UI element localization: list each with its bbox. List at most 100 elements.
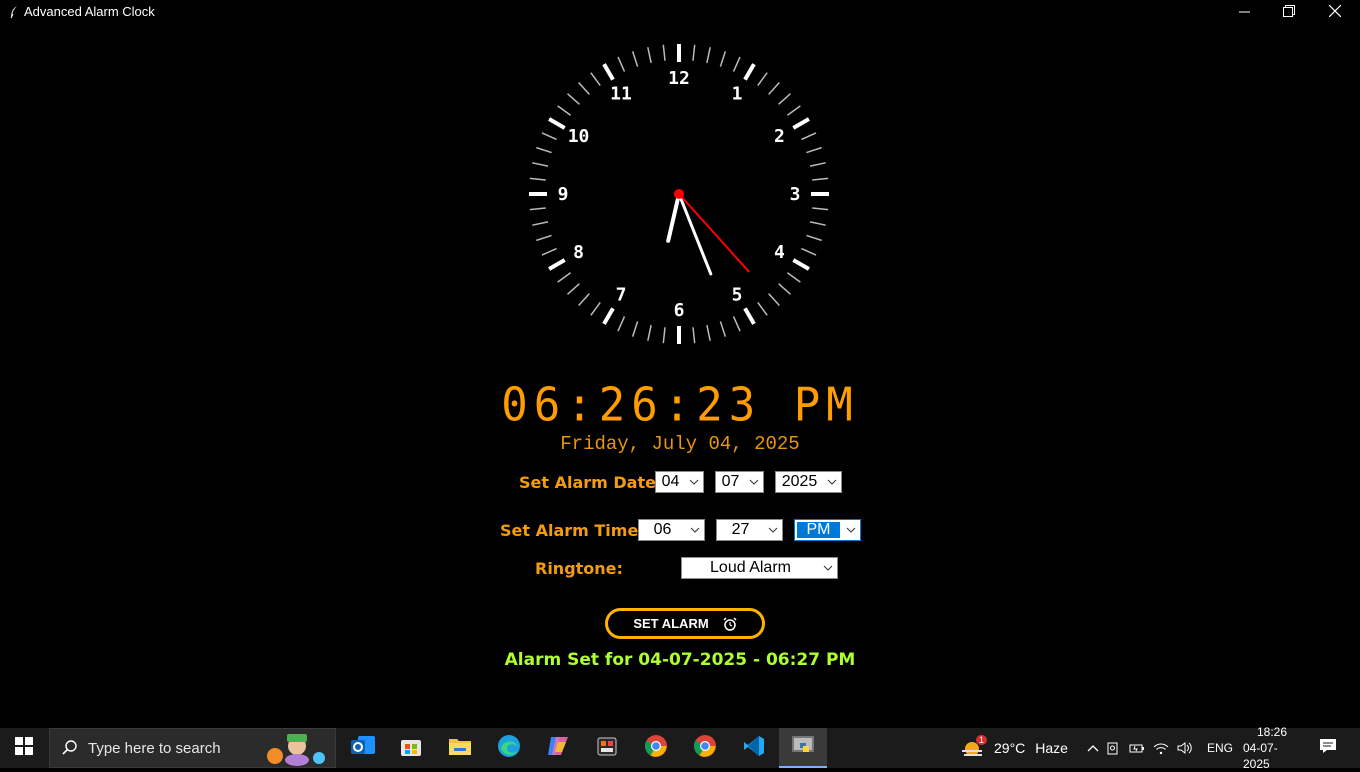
taskbar-search-box[interactable]: Type here to search bbox=[49, 728, 336, 768]
minor-tick bbox=[732, 316, 741, 332]
minor-tick bbox=[778, 93, 791, 105]
alarm-year-select[interactable]: 2025 bbox=[775, 471, 842, 493]
analog-clock: 121234567891011 bbox=[529, 44, 829, 344]
minor-tick bbox=[529, 207, 546, 211]
minor-tick bbox=[631, 51, 639, 67]
minor-tick bbox=[806, 234, 822, 242]
taskbar-python[interactable] bbox=[779, 728, 827, 768]
minor-tick bbox=[557, 105, 572, 116]
minor-tick bbox=[532, 162, 549, 167]
window-title: Advanced Alarm Clock bbox=[24, 4, 155, 19]
language-indicator[interactable]: ENG bbox=[1207, 728, 1233, 768]
minor-tick bbox=[541, 247, 557, 256]
clock-numeral: 1 bbox=[732, 84, 743, 105]
notifications-button[interactable] bbox=[1316, 728, 1340, 768]
minor-tick bbox=[719, 51, 727, 67]
minor-tick bbox=[768, 293, 780, 306]
clock-numeral: 10 bbox=[568, 126, 590, 147]
clock-numeral: 2 bbox=[774, 126, 785, 147]
minor-tick bbox=[541, 132, 557, 141]
close-icon bbox=[1328, 2, 1342, 21]
clock-numeral: 4 bbox=[774, 242, 785, 263]
set-alarm-button[interactable]: SET ALARM bbox=[605, 608, 765, 639]
minor-tick bbox=[719, 321, 727, 337]
minor-tick bbox=[578, 82, 590, 95]
clock-numeral: 5 bbox=[732, 284, 743, 305]
alarm-day-select[interactable]: 04 bbox=[655, 471, 704, 493]
taskbar-chrome-1[interactable] bbox=[632, 728, 680, 768]
start-button[interactable] bbox=[0, 728, 48, 768]
major-tick bbox=[548, 258, 566, 271]
meet-now-icon[interactable] bbox=[1101, 741, 1125, 755]
clock-center-dot bbox=[674, 189, 684, 199]
restore-button[interactable] bbox=[1266, 0, 1312, 23]
alarm-month-value: 07 bbox=[721, 473, 740, 490]
taskbar-copilot[interactable] bbox=[534, 728, 582, 768]
minor-tick bbox=[801, 132, 817, 141]
chevron-down-icon bbox=[823, 479, 841, 485]
volume-icon[interactable] bbox=[1173, 741, 1197, 755]
minor-tick bbox=[801, 247, 817, 256]
minor-tick bbox=[757, 72, 768, 87]
copilot-icon bbox=[546, 734, 570, 762]
app-icon bbox=[596, 735, 618, 761]
minor-tick bbox=[578, 293, 590, 306]
minor-tick bbox=[812, 207, 829, 211]
minor-tick bbox=[768, 82, 780, 95]
app-feather-icon bbox=[6, 4, 22, 20]
chevron-up-icon[interactable] bbox=[1085, 744, 1101, 752]
alarm-hour-select[interactable]: 06 bbox=[638, 519, 705, 541]
edge-icon bbox=[497, 734, 521, 762]
major-tick bbox=[602, 63, 615, 81]
minute-hand bbox=[677, 192, 713, 276]
alarm-year-value: 2025 bbox=[781, 473, 818, 490]
minor-tick bbox=[706, 324, 711, 341]
clock-numeral: 12 bbox=[668, 68, 690, 89]
alarm-ampm-value: PM bbox=[797, 522, 840, 538]
search-highlight-icon bbox=[263, 730, 329, 766]
clock-numeral: 8 bbox=[573, 242, 584, 263]
taskbar-time: 18:26 bbox=[1256, 725, 1288, 739]
weather-haze-icon: 1 bbox=[960, 735, 988, 759]
taskbar-vscode[interactable] bbox=[730, 728, 778, 768]
alarm-month-select[interactable]: 07 bbox=[715, 471, 764, 493]
taskbar-file-explorer[interactable] bbox=[436, 728, 484, 768]
taskbar-edge[interactable] bbox=[485, 728, 533, 768]
taskbar-clock[interactable]: 18:26 04-07-2025 bbox=[1243, 725, 1301, 771]
chevron-down-icon bbox=[764, 527, 782, 533]
weather-widget[interactable]: 1 29°C Haze bbox=[960, 728, 1068, 768]
minor-tick bbox=[617, 316, 626, 332]
close-button[interactable] bbox=[1312, 0, 1358, 23]
notification-icon bbox=[1319, 738, 1337, 759]
minimize-button[interactable] bbox=[1221, 0, 1267, 23]
digital-time: 06:26:23 PM bbox=[501, 378, 859, 433]
taskbar-outlook[interactable] bbox=[339, 728, 387, 768]
hour-hand bbox=[666, 192, 681, 243]
battery-icon[interactable] bbox=[1125, 742, 1149, 754]
minor-tick bbox=[557, 272, 572, 283]
major-tick bbox=[743, 63, 756, 81]
ringtone-select[interactable]: Loud Alarm bbox=[681, 557, 838, 579]
major-tick bbox=[743, 307, 756, 325]
taskbar-app[interactable] bbox=[583, 728, 631, 768]
chevron-down-icon bbox=[685, 479, 703, 485]
microsoft-store-icon bbox=[399, 734, 423, 762]
taskbar-store[interactable] bbox=[387, 728, 435, 768]
minor-tick bbox=[536, 234, 552, 242]
alarm-hour-value: 06 bbox=[653, 521, 672, 538]
wifi-icon[interactable] bbox=[1149, 741, 1173, 755]
alarm-ampm-select[interactable]: PM bbox=[794, 519, 861, 541]
alarm-minute-select[interactable]: 27 bbox=[716, 519, 783, 541]
title-bar: Advanced Alarm Clock bbox=[0, 0, 1360, 23]
chevron-down-icon bbox=[686, 527, 704, 533]
windows-logo-icon bbox=[15, 737, 33, 759]
chevron-down-icon bbox=[745, 479, 763, 485]
weather-badge: 1 bbox=[976, 735, 988, 745]
taskbar-chrome-2[interactable] bbox=[681, 728, 729, 768]
clock-numeral: 3 bbox=[790, 184, 801, 205]
outlook-icon bbox=[350, 734, 376, 762]
minor-tick bbox=[806, 146, 822, 154]
major-tick bbox=[792, 258, 810, 271]
minor-tick bbox=[617, 56, 626, 72]
minor-tick bbox=[590, 301, 601, 316]
